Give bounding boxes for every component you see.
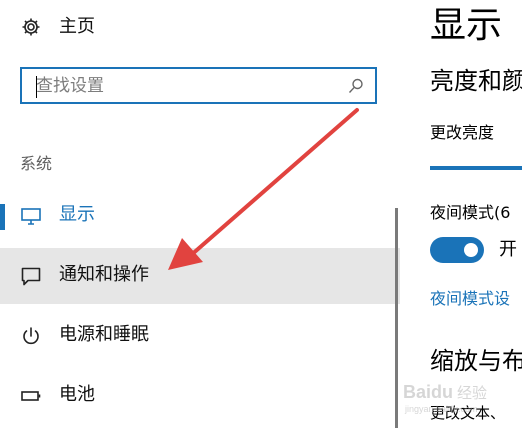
sidebar-item-label: 电源和睡眠	[59, 324, 149, 345]
brightness-label: 更改亮度	[430, 123, 495, 142]
night-mode-toggle[interactable]	[430, 237, 484, 263]
sidebar-scrollbar[interactable]	[395, 208, 398, 428]
sidebar-item-label: 通知和操作	[59, 264, 149, 285]
sidebar-item-label: 显示	[59, 204, 95, 225]
notification-icon	[20, 265, 42, 287]
brightness-slider[interactable]	[430, 166, 522, 170]
toggle-state-label: 开	[499, 239, 517, 260]
battery-icon	[20, 385, 42, 407]
search-icon[interactable]	[347, 77, 365, 95]
sidebar-item-power-sleep[interactable]: 电源和睡眠	[0, 308, 400, 364]
selection-indicator	[0, 204, 5, 230]
home-link[interactable]: 主页	[0, 8, 400, 46]
sidebar-item-display[interactable]: 显示	[0, 188, 400, 244]
monitor-icon	[20, 205, 42, 227]
home-label: 主页	[59, 16, 95, 37]
sidebar-item-label: 电池	[59, 384, 95, 405]
sidebar-item-battery[interactable]: 电池	[0, 368, 400, 424]
brightness-heading: 亮度和颜	[430, 67, 522, 95]
text-caret	[36, 76, 37, 98]
sidebar: 主页 系统 显示	[0, 0, 400, 428]
gear-icon	[20, 16, 42, 38]
night-mode-label: 夜间模式(6	[430, 203, 511, 222]
toggle-knob	[464, 243, 478, 257]
section-title-system: 系统	[20, 154, 53, 173]
content-panel: 显示 亮度和颜 更改亮度 夜间模式(6 开 夜间模式设 缩放与布 更改文本、	[400, 0, 522, 428]
night-mode-settings-link[interactable]: 夜间模式设	[430, 288, 510, 310]
power-icon	[20, 325, 42, 347]
page-title: 显示	[430, 5, 503, 46]
search-box[interactable]	[20, 67, 377, 104]
scale-text-label: 更改文本、	[430, 404, 506, 422]
sidebar-item-notifications[interactable]: 通知和操作	[0, 248, 400, 304]
scale-layout-heading: 缩放与布	[430, 347, 522, 375]
search-input[interactable]	[36, 73, 336, 99]
